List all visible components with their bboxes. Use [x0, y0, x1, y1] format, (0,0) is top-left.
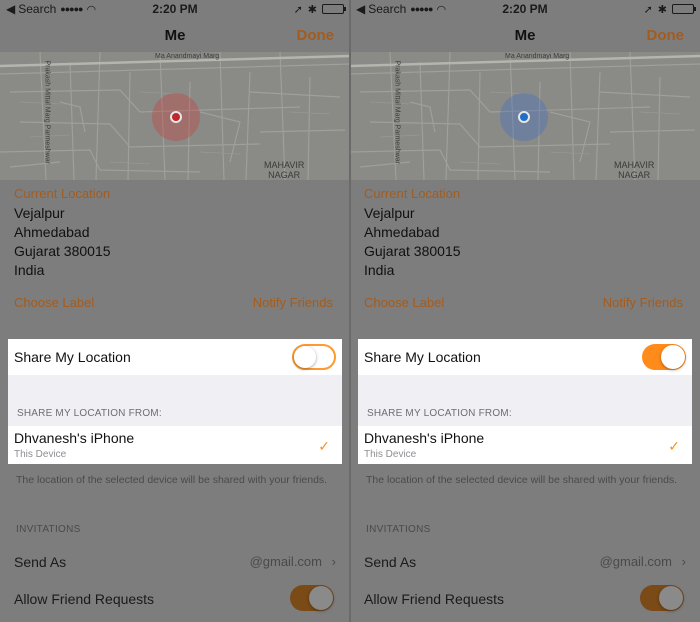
toggle-knob [661, 345, 685, 369]
share-my-location-row: Share My Location [8, 339, 342, 375]
address-line-1: Vejalpur [14, 205, 65, 221]
done-button[interactable]: Done [647, 27, 685, 44]
wifi-icon: ◠ [436, 3, 447, 16]
location-pin-icon [518, 111, 530, 123]
map-road-label-top: Ma Anandmayi Marg [505, 53, 570, 60]
address-line-3: Gujarat 380015 [364, 243, 461, 259]
send-as-row[interactable]: Send As @gmail.com › [364, 554, 686, 574]
toggle-knob [309, 586, 333, 610]
signal-icon: ●●●●● [60, 4, 83, 14]
send-as-label: Send As [14, 554, 67, 570]
allow-friend-requests-label: Allow Friend Requests [364, 591, 505, 607]
battery-icon [322, 4, 346, 14]
status-back-link[interactable]: ◀ Search [6, 2, 56, 16]
panel-divider [349, 0, 351, 622]
device-name: Dhvanesh's iPhone [364, 430, 485, 446]
battery-icon [672, 4, 696, 14]
send-as-row[interactable]: Send As @gmail.com › [14, 554, 336, 574]
map-road-label-top: Ma Anandmayi Marg [155, 53, 220, 60]
checkmark-icon: ✓ [668, 438, 680, 454]
share-from-header: SHARE MY LOCATION FROM: [367, 408, 512, 419]
send-as-value: @gmail.com [249, 554, 322, 569]
screen-share-off: ◀ Search ●●●●● ◠ 2:20 PM ➚ ✱ Me Done Ma … [0, 0, 350, 622]
wifi-icon: ◠ [86, 3, 97, 16]
share-from-header-area: SHARE MY LOCATION FROM: [358, 375, 692, 426]
bluetooth-icon: ✱ [307, 3, 317, 16]
share-from-header-area: SHARE MY LOCATION FROM: [8, 375, 342, 426]
choose-label-button[interactable]: Choose Label [14, 295, 94, 310]
location-arrow-icon: ➚ [293, 3, 303, 16]
done-button[interactable]: Done [297, 27, 335, 44]
choose-label-button[interactable]: Choose Label [364, 295, 444, 310]
signal-icon: ●●●●● [410, 4, 433, 14]
current-location-label: Current Location [364, 186, 461, 201]
status-bar: ◀ Search ●●●●● ◠ 2:20 PM ➚ ✱ [350, 0, 700, 18]
bluetooth-icon: ✱ [657, 3, 667, 16]
nav-bar: Me Done [350, 18, 700, 52]
allow-friend-requests-label: Allow Friend Requests [14, 591, 155, 607]
location-pin-icon [170, 111, 182, 123]
map-area-label: MAHAVIR NAGAR [614, 160, 655, 180]
toggle-knob [294, 346, 316, 368]
current-location-label: Current Location [14, 186, 111, 201]
send-as-label: Send As [364, 554, 417, 570]
chevron-right-icon: › [331, 554, 336, 569]
notify-friends-button[interactable]: Notify Friends [253, 295, 333, 310]
invitations-header: INVITATIONS [16, 524, 81, 535]
chevron-right-icon: › [681, 554, 686, 569]
map-road-label-vertical: Prakash Mittal Marg Parmeshwar [393, 60, 401, 164]
device-subtitle: This Device [364, 449, 417, 460]
device-name: Dhvanesh's iPhone [14, 430, 135, 446]
screen-share-on: ◀ Search ●●●●● ◠ 2:20 PM ➚ ✱ Me Done Ma … [350, 0, 700, 622]
share-my-location-label: Share My Location [14, 349, 131, 365]
device-row[interactable]: Dhvanesh's iPhone This Device ✓ [358, 426, 692, 464]
address-line-1: Vejalpur [364, 205, 415, 221]
share-footnote: The location of the selected device will… [16, 474, 328, 486]
share-my-location-label: Share My Location [364, 349, 481, 365]
checkmark-icon: ✓ [318, 438, 330, 454]
status-back-link[interactable]: ◀ Search [356, 2, 406, 16]
share-footnote: The location of the selected device will… [366, 474, 678, 486]
address-line-4: India [364, 262, 395, 278]
device-subtitle: This Device [14, 449, 67, 460]
back-arrow-icon: ◀ [356, 2, 366, 16]
nav-bar: Me Done [0, 18, 350, 52]
notify-friends-button[interactable]: Notify Friends [603, 295, 683, 310]
map-area-label: MAHAVIR NAGAR [264, 160, 305, 180]
send-as-value: @gmail.com [599, 554, 672, 569]
allow-friend-requests-row: Allow Friend Requests [364, 591, 686, 611]
location-map[interactable]: Ma Anandmayi Marg Prakash Mittal Marg Pa… [0, 52, 350, 180]
map-road-label-vertical: Prakash Mittal Marg Parmeshwar [43, 60, 51, 164]
address-line-2: Ahmedabad [364, 224, 440, 240]
status-bar: ◀ Search ●●●●● ◠ 2:20 PM ➚ ✱ [0, 0, 350, 18]
address-line-4: India [14, 262, 45, 278]
toggle-knob [659, 586, 683, 610]
page-title: Me [164, 26, 186, 44]
allow-friend-requests-toggle[interactable] [640, 585, 684, 611]
allow-friend-requests-row: Allow Friend Requests [14, 591, 336, 611]
address-line-2: Ahmedabad [14, 224, 90, 240]
allow-friend-requests-toggle[interactable] [290, 585, 334, 611]
share-my-location-row: Share My Location [358, 339, 692, 375]
location-map[interactable]: Ma Anandmayi Marg Prakash Mittal Marg Pa… [350, 52, 700, 180]
page-title: Me [514, 26, 536, 44]
device-row[interactable]: Dhvanesh's iPhone This Device ✓ [8, 426, 342, 464]
back-arrow-icon: ◀ [6, 2, 16, 16]
share-my-location-toggle[interactable] [642, 344, 686, 370]
address-line-3: Gujarat 380015 [14, 243, 111, 259]
location-arrow-icon: ➚ [643, 3, 653, 16]
invitations-header: INVITATIONS [366, 524, 431, 535]
share-my-location-toggle[interactable] [292, 344, 336, 370]
share-from-header: SHARE MY LOCATION FROM: [17, 408, 162, 419]
